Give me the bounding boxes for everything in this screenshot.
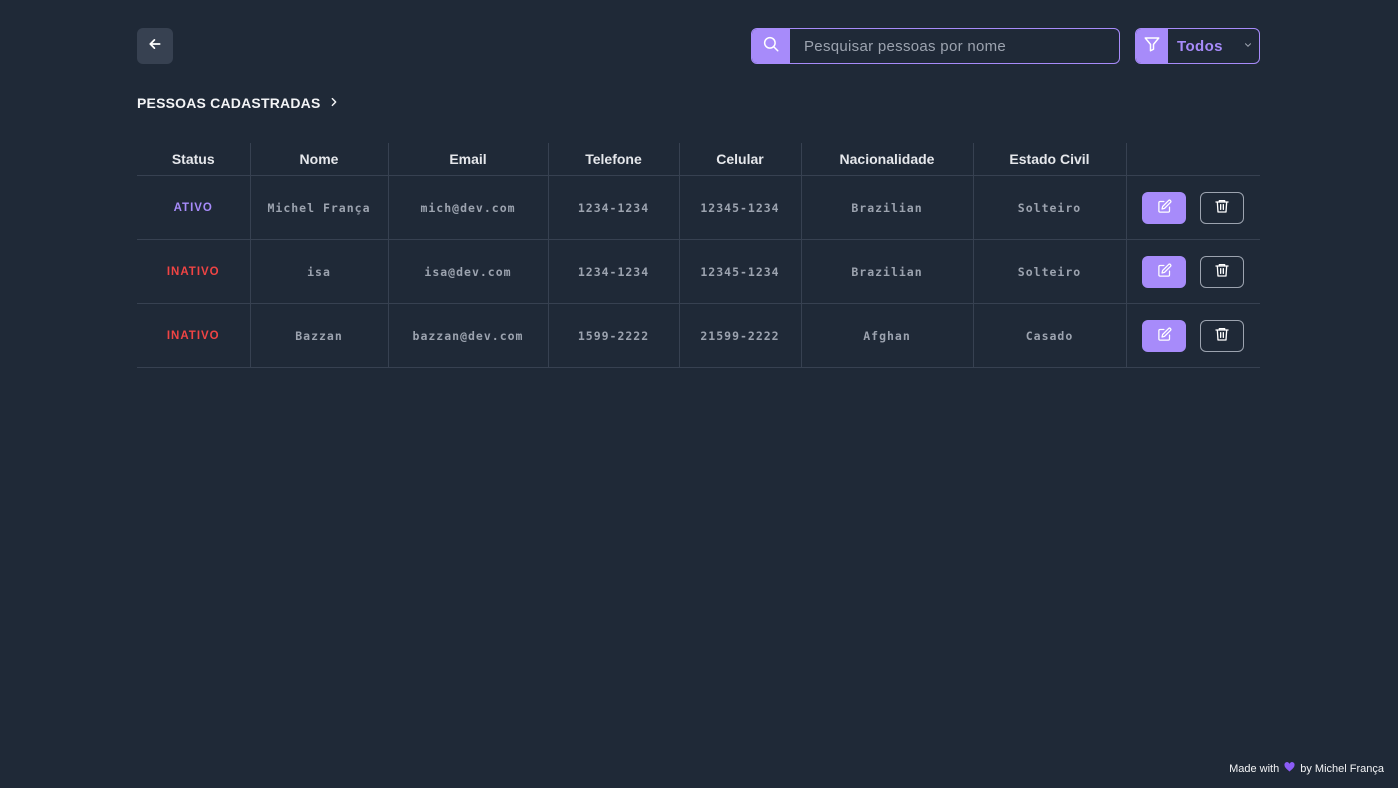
delete-button[interactable] (1200, 319, 1245, 352)
cell-estado-civil: Casado (973, 303, 1127, 368)
cell-celular: 21599-2222 (679, 303, 802, 368)
cell-actions (1126, 303, 1260, 368)
arrow-left-icon (148, 37, 162, 56)
chevron-down-icon (1243, 37, 1253, 55)
column-header-status: Status (137, 143, 251, 176)
cell-celular: 12345-1234 (679, 239, 802, 304)
column-header-actions (1126, 143, 1260, 176)
edit-button[interactable] (1142, 255, 1187, 288)
search-button[interactable] (752, 29, 790, 63)
cell-email: isa@dev.com (388, 239, 549, 304)
section-title-text: PESSOAS CADASTRADAS (137, 95, 321, 111)
table-row: ATIVO Michel França mich@dev.com 1234-12… (137, 175, 1260, 240)
column-header-telefone: Telefone (548, 143, 680, 176)
edit-icon (1157, 199, 1172, 217)
table-header-row: Status Nome Email Telefone Celular Nacio… (137, 143, 1260, 176)
column-header-estado-civil: Estado Civil (973, 143, 1127, 176)
cell-email: mich@dev.com (388, 175, 549, 240)
cell-nome: Michel França (250, 175, 389, 240)
delete-button[interactable] (1200, 255, 1245, 288)
cell-estado-civil: Solteiro (973, 239, 1127, 304)
footer: Made with by Michel França (1229, 762, 1384, 775)
page: Todos PESSOAS CADASTRADAS Status Nome (0, 0, 1398, 788)
search-icon (762, 35, 780, 58)
cell-nacionalidade: Afghan (801, 303, 974, 368)
status-badge: ATIVO (137, 175, 251, 240)
column-header-email: Email (388, 143, 549, 176)
status-badge: INATIVO (137, 303, 251, 368)
trash-icon (1214, 326, 1230, 345)
status-badge: INATIVO (137, 239, 251, 304)
delete-button[interactable] (1200, 191, 1245, 224)
column-header-nacionalidade: Nacionalidade (801, 143, 974, 176)
people-table: Status Nome Email Telefone Celular Nacio… (137, 143, 1260, 368)
cell-email: bazzan@dev.com (388, 303, 549, 368)
chevron-right-icon (329, 95, 339, 111)
filter-icon-box (1136, 29, 1168, 63)
cell-estado-civil: Solteiro (973, 175, 1127, 240)
cell-nome: isa (250, 239, 389, 304)
cell-actions (1126, 239, 1260, 304)
cell-nacionalidade: Brazilian (801, 175, 974, 240)
filter-icon (1143, 35, 1161, 58)
edit-button[interactable] (1142, 191, 1187, 224)
footer-author: by Michel França (1300, 762, 1384, 775)
cell-celular: 12345-1234 (679, 175, 802, 240)
search-input[interactable] (790, 29, 1119, 63)
trash-icon (1214, 198, 1230, 217)
cell-actions (1126, 175, 1260, 240)
table-row: INATIVO Bazzan bazzan@dev.com 1599-2222 … (137, 303, 1260, 368)
cell-nacionalidade: Brazilian (801, 239, 974, 304)
filter-value: Todos (1177, 37, 1223, 55)
edit-icon (1157, 327, 1172, 345)
cell-telefone: 1599-2222 (548, 303, 680, 368)
table-row: INATIVO isa isa@dev.com 1234-1234 12345-… (137, 239, 1260, 304)
cell-nome: Bazzan (250, 303, 389, 368)
footer-made-with: Made with (1229, 762, 1280, 775)
heart-icon (1284, 762, 1295, 775)
column-header-celular: Celular (679, 143, 802, 176)
back-button[interactable] (137, 28, 173, 64)
trash-icon (1214, 262, 1230, 281)
edit-button[interactable] (1142, 319, 1187, 352)
column-header-nome: Nome (250, 143, 389, 176)
cell-telefone: 1234-1234 (548, 175, 680, 240)
section-title: PESSOAS CADASTRADAS (137, 95, 339, 111)
edit-icon (1157, 263, 1172, 281)
filter-select[interactable]: Todos (1168, 29, 1259, 63)
cell-telefone: 1234-1234 (548, 239, 680, 304)
status-filter: Todos (1135, 28, 1260, 64)
search-bar (751, 28, 1120, 64)
